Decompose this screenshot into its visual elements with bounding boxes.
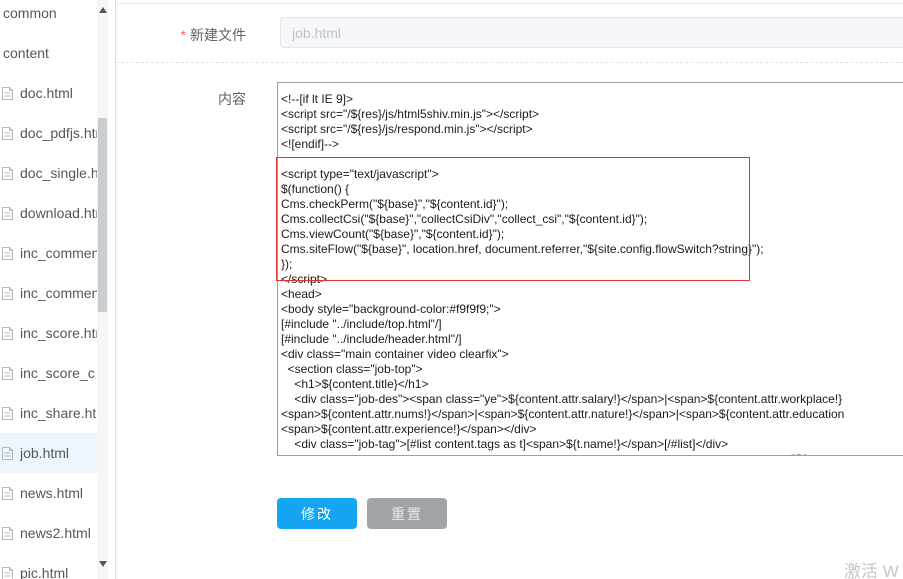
tree-item-label: common bbox=[3, 5, 57, 21]
tree-item-label: job.html bbox=[20, 445, 70, 461]
template-editor-page: common content doc.html doc_pdfjs.htm doc_si… bbox=[0, 0, 903, 579]
tree-item-doc-html[interactable]: doc.html bbox=[0, 73, 97, 113]
file-icon bbox=[2, 126, 13, 140]
windows-activation-watermark: 激活 W bbox=[844, 562, 899, 579]
file-icon bbox=[2, 166, 13, 180]
file-icon bbox=[2, 326, 13, 340]
tree-item-job-html[interactable]: job.html bbox=[0, 433, 97, 473]
form-top-border bbox=[116, 3, 903, 4]
file-icon bbox=[2, 526, 13, 540]
tree-item-label: news.html bbox=[20, 485, 84, 501]
modify-button[interactable]: 修改 bbox=[277, 498, 357, 529]
tree-item-label: inc_commen bbox=[20, 285, 97, 301]
content-label: 内容 bbox=[218, 91, 246, 107]
file-icon bbox=[2, 206, 13, 220]
tree-item-news2-html[interactable]: news2.html bbox=[0, 513, 97, 553]
tree-item-download-htm[interactable]: download.htm bbox=[0, 193, 97, 233]
tree-item-label: inc_score.htm bbox=[20, 325, 97, 341]
file-icon bbox=[2, 486, 13, 500]
file-icon bbox=[2, 566, 13, 579]
tree-item-label: inc_score_c bbox=[20, 365, 95, 381]
tree-item-doc-pdfjs-htm[interactable]: doc_pdfjs.htm bbox=[0, 113, 97, 153]
file-icon bbox=[2, 366, 13, 380]
tree-item-label: download.htm bbox=[20, 205, 97, 221]
tree-item-common[interactable]: common bbox=[0, 0, 100, 33]
tree-item-label: pic.html bbox=[20, 565, 69, 579]
tree-item-inc-commen[interactable]: inc_commen bbox=[0, 273, 97, 313]
tree-item-doc-single-ht[interactable]: doc_single.ht bbox=[0, 153, 97, 193]
tree-item-inc-share-htm[interactable]: inc_share.htm bbox=[0, 393, 97, 433]
tree-item-content[interactable]: content bbox=[0, 33, 100, 73]
tree-item-inc-score-htm[interactable]: inc_score.htm bbox=[0, 313, 97, 353]
tree-item-label: doc.html bbox=[20, 85, 73, 101]
tree-item-label: inc_commen bbox=[20, 245, 97, 261]
filename-label: * 新建文件 bbox=[180, 27, 246, 43]
section-separator bbox=[116, 62, 903, 63]
tree-item-label: doc_pdfjs.htm bbox=[20, 125, 97, 141]
sidebar-scrollbar-thumb[interactable] bbox=[98, 118, 107, 312]
required-mark: * bbox=[180, 27, 186, 43]
file-icon bbox=[2, 246, 13, 260]
file-icon bbox=[2, 446, 13, 460]
scroll-up-icon[interactable] bbox=[99, 7, 107, 13]
file-icon bbox=[2, 86, 13, 100]
tree-item-label: doc_single.ht bbox=[20, 165, 97, 181]
tree-item-label: news2.html bbox=[20, 525, 91, 541]
reset-button[interactable]: 重置 bbox=[367, 498, 447, 529]
file-icon bbox=[2, 286, 13, 300]
tree-item-inc-score-c[interactable]: inc_score_c bbox=[0, 353, 97, 393]
sidebar-divider bbox=[115, 0, 116, 579]
code-editor[interactable]: <!--[if lt IE 9]> <script src="/${res}/j… bbox=[277, 82, 903, 456]
tree-item-inc-commen[interactable]: inc_commen bbox=[0, 233, 97, 273]
tree-item-label: inc_share.htm bbox=[20, 405, 97, 421]
filename-input[interactable] bbox=[280, 17, 903, 48]
tree-item-pic-html[interactable]: pic.html bbox=[0, 553, 97, 579]
scroll-down-icon[interactable] bbox=[99, 561, 107, 567]
tree-item-news-html[interactable]: news.html bbox=[0, 473, 97, 513]
tree-item-label: content bbox=[3, 45, 49, 61]
file-icon bbox=[2, 406, 13, 420]
code-editor-text: <!--[if lt IE 9]> <script src="/${res}/j… bbox=[281, 92, 862, 455]
